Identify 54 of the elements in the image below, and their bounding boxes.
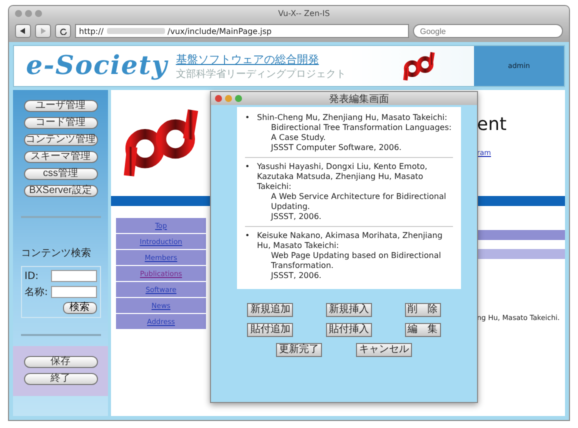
dialog-button[interactable]: 新規追加 xyxy=(247,303,294,317)
zoom-icon[interactable] xyxy=(235,95,242,102)
menu-button[interactable]: ユーザ管理 xyxy=(24,100,98,112)
publication-title: Web Page Updating based on Bidirectional Transformation. xyxy=(270,251,442,271)
dialog-button[interactable]: 編 集 xyxy=(404,323,441,337)
address-field[interactable]: http:// /vux/include/MainPage.jsp xyxy=(75,24,409,38)
minimize-icon[interactable] xyxy=(225,95,232,102)
search-title: コンテンツ検索 xyxy=(21,246,91,260)
action-button[interactable]: 保存 xyxy=(24,356,98,368)
minimize-icon[interactable] xyxy=(25,10,32,16)
window-title: Vu-X-- Zen-IS xyxy=(277,8,331,18)
field-label: 名称: xyxy=(24,286,48,299)
dialog-button[interactable]: 貼付挿入 xyxy=(326,323,372,337)
publication-authors: Yasushi Hayashi, Dongxi Liu, Kento Emoto, Kazutaka Matsuda, Zhenjiang Hu, Masato Takeichi: xyxy=(257,162,428,192)
menu-button[interactable]: コンテンツ管理 xyxy=(24,134,98,146)
dialog-button[interactable]: 新規挿入 xyxy=(326,303,372,317)
input-field[interactable] xyxy=(50,270,96,282)
search-field[interactable]: Google xyxy=(413,24,563,38)
dialog-button[interactable]: 削 除 xyxy=(404,303,441,317)
site-logo: e-Society xyxy=(26,51,168,81)
publication-authors: Keisuke Nakano, Akimasa Morihata, Zhenjiang Hu, Masato Takeichi: xyxy=(257,231,444,251)
menu-button[interactable]: スキーマ管理 xyxy=(24,151,98,163)
back-arrow-icon xyxy=(20,28,26,34)
pd-logo xyxy=(402,50,436,82)
zoom-icon[interactable] xyxy=(35,10,42,16)
list-bullet: • xyxy=(245,231,251,242)
menu-button[interactable]: BXServer設定 xyxy=(24,185,98,197)
list-bullet: • xyxy=(245,113,251,124)
forward-arrow-icon xyxy=(40,28,46,34)
menu-button[interactable]: css管理 xyxy=(24,168,98,180)
page-heading: ent xyxy=(477,114,508,135)
publication-venue: JSSST, 2006. xyxy=(270,271,322,281)
dialog-button[interactable]: キャンセル xyxy=(356,343,412,357)
menu-button[interactable]: コード管理 xyxy=(24,117,98,129)
publication-authors: Shin-Cheng Mu, Zhenjiang Hu, Masato Takeichi: xyxy=(257,113,448,123)
search-button[interactable]: 検索 xyxy=(62,302,96,314)
close-icon[interactable] xyxy=(215,95,222,102)
list-bullet: • xyxy=(245,162,251,173)
dialog-title: 発表編集画面 xyxy=(328,92,390,106)
publication-title: Bidirectional Tree Transformation Languages: A Case Study. xyxy=(270,123,453,143)
input-field[interactable] xyxy=(50,286,96,298)
publication-venue: JSSST Computer Software, 2006. xyxy=(270,143,403,153)
back-button[interactable] xyxy=(15,24,31,38)
publication-title: A Web Service Architecture for Bidirectional Updating. xyxy=(270,192,448,212)
reload-button[interactable] xyxy=(55,24,71,38)
publication-venue: JSSST, 2006. xyxy=(270,212,322,222)
action-button[interactable]: 終了 xyxy=(24,373,98,385)
dialog-button[interactable]: 更新完了 xyxy=(276,343,322,357)
field-label: ID: xyxy=(24,270,39,282)
reload-icon xyxy=(60,28,66,34)
site-title: 基盤ソフトウェアの総合開発 xyxy=(176,52,320,66)
site-subtitle: 文部科学省リーディングプロジェクト xyxy=(176,68,346,80)
close-icon[interactable] xyxy=(15,10,22,16)
dialog-button[interactable]: 貼付追加 xyxy=(247,323,294,337)
